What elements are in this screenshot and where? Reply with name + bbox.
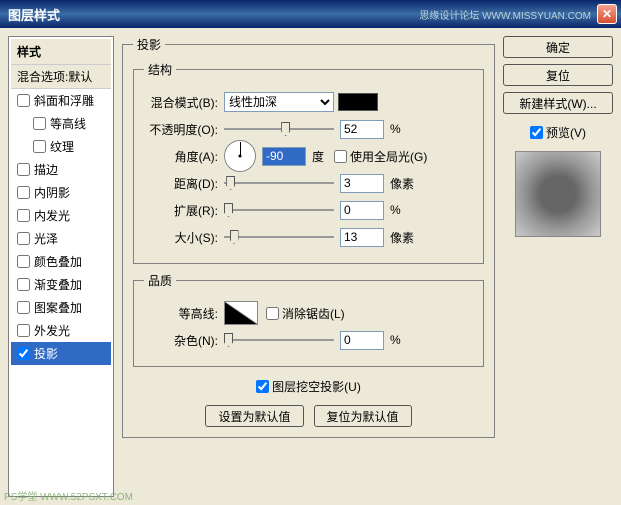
sidebar-item-checkbox[interactable] [17,209,30,222]
sidebar-item-5[interactable]: 内发光 [11,204,111,227]
sidebar-item-8[interactable]: 渐变叠加 [11,273,111,296]
sidebar-blend-options[interactable]: 混合选项:默认 [11,65,111,89]
contour-picker[interactable] [224,301,258,325]
sidebar-item-checkbox[interactable] [17,278,30,291]
distance-label: 距离(D): [144,175,224,192]
window-title: 图层样式 [4,5,60,24]
blend-mode-label: 混合模式(B): [144,94,224,111]
antialias-checkbox[interactable]: 消除锯齿(L) [266,305,345,322]
size-slider[interactable] [224,227,334,247]
sidebar-item-checkbox[interactable] [17,94,30,107]
sidebar-item-label: 描边 [34,161,58,178]
sidebar-item-label: 颜色叠加 [34,253,82,270]
noise-input[interactable] [340,331,384,350]
quality-legend: 品质 [144,272,176,289]
reset-default-button[interactable]: 复位为默认值 [314,405,412,427]
main-area: 投影 结构 混合模式(B): 线性加深 不透明度(O): % [122,36,613,497]
sidebar-item-label: 等高线 [50,115,86,132]
angle-unit: 度 [312,148,324,165]
sidebar-item-checkbox[interactable] [17,232,30,245]
close-button[interactable]: ✕ [597,4,617,24]
distance-input[interactable] [340,174,384,193]
panel-fieldset: 投影 结构 混合模式(B): 线性加深 不透明度(O): % [122,36,495,438]
distance-unit: 像素 [390,175,414,192]
watermark: 思缘设计论坛 WWW.MISSYUAN.COM [419,7,591,22]
spread-unit: % [390,203,401,217]
angle-dial[interactable] [224,140,256,172]
sidebar-item-6[interactable]: 光泽 [11,227,111,250]
preview-thumbnail [515,151,601,237]
cancel-button[interactable]: 复位 [503,64,613,86]
shadow-color-swatch[interactable] [338,93,378,111]
sidebar-item-label: 投影 [34,345,58,362]
sidebar-item-checkbox[interactable] [17,324,30,337]
spread-input[interactable] [340,201,384,220]
distance-slider[interactable] [224,173,334,193]
size-input[interactable] [340,228,384,247]
opacity-slider[interactable] [224,119,334,139]
sidebar-item-4[interactable]: 内阴影 [11,181,111,204]
sidebar-item-11[interactable]: 投影 [11,342,111,365]
sidebar-item-label: 外发光 [34,322,70,339]
make-default-button[interactable]: 设置为默认值 [205,405,303,427]
sidebar-item-label: 斜面和浮雕 [34,92,94,109]
ok-button[interactable]: 确定 [503,36,613,58]
sidebar-item-label: 光泽 [34,230,58,247]
sidebar-item-checkbox[interactable] [17,186,30,199]
global-light-checkbox[interactable]: 使用全局光(G) [334,148,427,165]
knockout-checkbox[interactable]: 图层挖空投影(U) [256,378,361,395]
right-column: 确定 复位 新建样式(W)... 预览(V) [503,36,613,497]
sidebar-item-checkbox[interactable] [17,301,30,314]
spread-slider[interactable] [224,200,334,220]
sidebar-item-label: 图案叠加 [34,299,82,316]
title-bar: 图层样式 思缘设计论坛 WWW.MISSYUAN.COM ✕ [0,0,621,28]
panel-title: 投影 [133,36,165,53]
sidebar-item-checkbox[interactable] [33,140,46,153]
sidebar-item-checkbox[interactable] [17,255,30,268]
angle-input[interactable] [262,147,306,166]
footer-watermark: PS学堂 WWW.52PSXT.COM [4,488,133,503]
spread-label: 扩展(R): [144,202,224,219]
dialog-content: 样式 混合选项:默认 斜面和浮雕等高线纹理描边内阴影内发光光泽颜色叠加渐变叠加图… [0,28,621,505]
noise-unit: % [390,333,401,347]
size-label: 大小(S): [144,229,224,246]
new-style-button[interactable]: 新建样式(W)... [503,92,613,114]
sidebar-item-label: 内发光 [34,207,70,224]
sidebar-item-3[interactable]: 描边 [11,158,111,181]
center-panel: 投影 结构 混合模式(B): 线性加深 不透明度(O): % [122,36,495,497]
sidebar-item-label: 纹理 [50,138,74,155]
quality-group: 品质 等高线: 消除锯齿(L) 杂色(N): % [133,272,484,367]
sidebar-item-label: 内阴影 [34,184,70,201]
preview-checkbox[interactable]: 预览(V) [503,124,613,141]
sidebar-item-7[interactable]: 颜色叠加 [11,250,111,273]
sidebar-item-1[interactable]: 等高线 [11,112,111,135]
structure-legend: 结构 [144,61,176,78]
opacity-unit: % [390,122,401,136]
opacity-input[interactable] [340,120,384,139]
opacity-label: 不透明度(O): [144,121,224,138]
sidebar-item-label: 渐变叠加 [34,276,82,293]
sidebar-header[interactable]: 样式 [11,39,111,65]
contour-label: 等高线: [144,305,224,322]
styles-sidebar: 样式 混合选项:默认 斜面和浮雕等高线纹理描边内阴影内发光光泽颜色叠加渐变叠加图… [8,36,114,497]
angle-label: 角度(A): [144,148,224,165]
noise-label: 杂色(N): [144,332,224,349]
sidebar-item-0[interactable]: 斜面和浮雕 [11,89,111,112]
blend-mode-select[interactable]: 线性加深 [224,92,334,112]
noise-slider[interactable] [224,330,334,350]
sidebar-item-9[interactable]: 图案叠加 [11,296,111,319]
sidebar-item-checkbox[interactable] [33,117,46,130]
size-unit: 像素 [390,229,414,246]
sidebar-item-2[interactable]: 纹理 [11,135,111,158]
structure-group: 结构 混合模式(B): 线性加深 不透明度(O): % 角度(A): [133,61,484,264]
sidebar-item-checkbox[interactable] [17,163,30,176]
sidebar-item-checkbox[interactable] [17,347,30,360]
sidebar-item-10[interactable]: 外发光 [11,319,111,342]
